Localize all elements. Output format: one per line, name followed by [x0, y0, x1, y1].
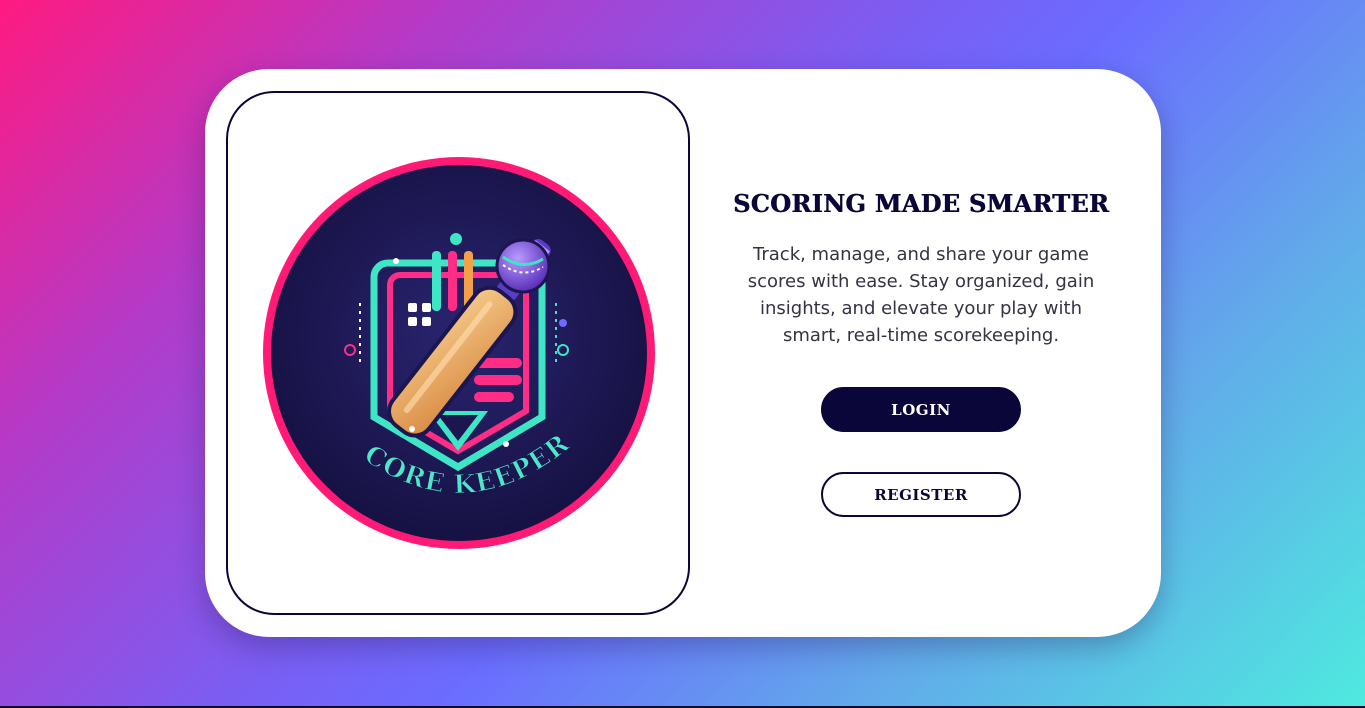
- stumps-icon: [432, 251, 473, 311]
- hero-description: Track, manage, and share your game score…: [747, 244, 1095, 346]
- logo-frame: SCORE KEEPER: [226, 91, 690, 615]
- cricket-ball-icon: [495, 238, 551, 294]
- page-title: SCORING MADE SMARTER: [732, 189, 1110, 218]
- score-keeper-logo: SCORE KEEPER: [260, 153, 655, 549]
- login-button[interactable]: LOGIN: [821, 387, 1021, 432]
- landing-card: SCORE KEEPER SCORING MADE SMARTER Track,…: [205, 69, 1161, 637]
- register-button[interactable]: REGISTER: [821, 472, 1021, 517]
- hero-content: SCORING MADE SMARTER Track, manage, and …: [725, 69, 1117, 637]
